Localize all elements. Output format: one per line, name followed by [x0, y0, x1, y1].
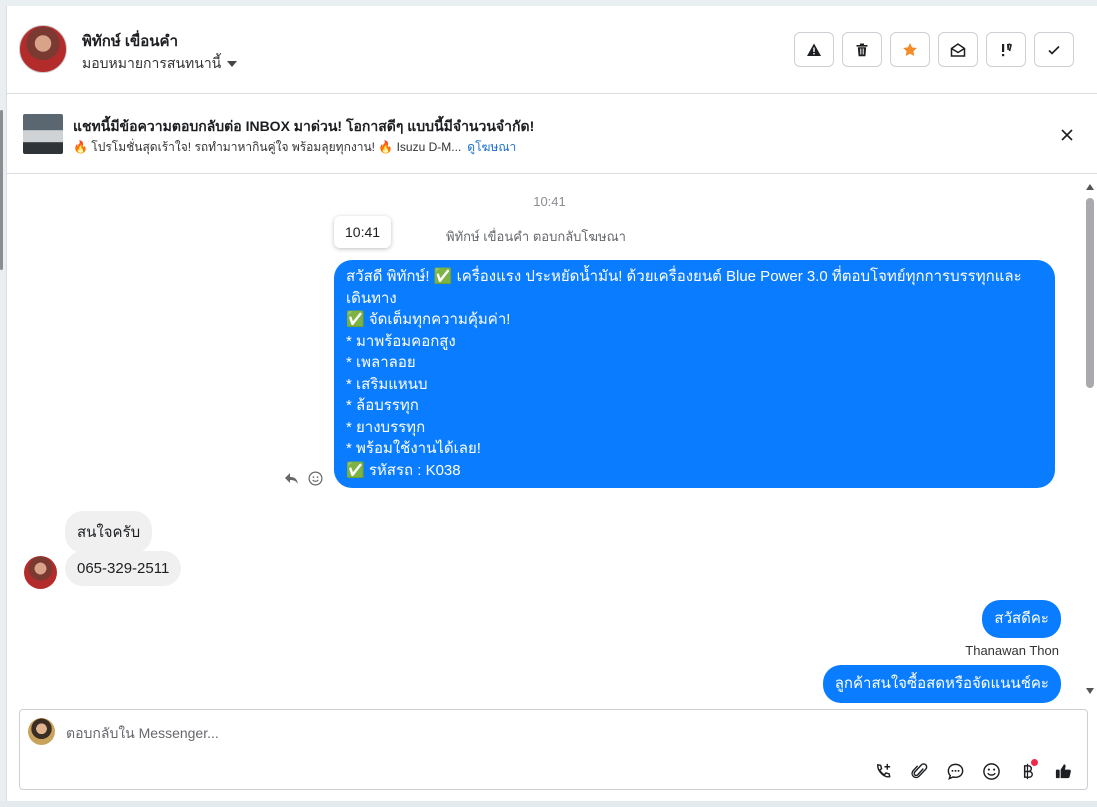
time-tooltip: 10:41 [334, 216, 392, 248]
message-thread: 10:41 10:41 พิทักษ์ เขื่อนคำ ตอบกลับโฆษณ… [7, 174, 1097, 704]
emoji-react-icon[interactable] [307, 470, 323, 486]
ad-message-bubble[interactable]: สวัสดี พิทักษ์! ✅ เครื่องแรง ประหยัดน้ำม… [334, 260, 1055, 488]
chat-bubble-icon [947, 763, 963, 780]
conversation-panel: พิทักษ์ เขื่อนคำ มอบหมายการสนทนานี้ แชทน… [6, 6, 1097, 801]
mark-done-button[interactable] [1034, 32, 1074, 67]
assign-label: มอบหมายการสนทนานี้ [82, 55, 222, 71]
attach-button[interactable] [907, 759, 931, 783]
ad-subtitle: 🔥 โปรโมชั่นสุดเร้าใจ! รถทำมาหากินคู่ใจ พ… [73, 140, 462, 154]
ad-banner: แชทนี้มีข้อความตอบกลับต่อ INBOX มาด่วน! … [7, 94, 1097, 174]
assign-conversation-dropdown[interactable]: มอบหมายการสนทนานี้ [82, 53, 238, 75]
user-avatar [28, 718, 55, 745]
payment-button[interactable] [1015, 759, 1039, 783]
emoji-button[interactable] [979, 759, 1003, 783]
outgoing-message[interactable]: ลูกค้าสนใจซื้อสดหรือจัดแนนช์คะ [822, 665, 1061, 703]
follow-up-button[interactable] [986, 32, 1026, 67]
mark-unread-button[interactable] [938, 32, 978, 67]
timestamp-divider: 10:41 [533, 194, 566, 209]
emoji-icon [982, 762, 1000, 780]
ad-subtitle-row: 🔥 โปรโมชั่นสุดเร้าใจ! รถทำมาหากินคู่ใจ พ… [73, 138, 516, 157]
call-button[interactable] [871, 759, 895, 783]
ad-title: แชทนี้มีข้อความตอบกลับต่อ INBOX มาด่วน! … [73, 118, 535, 134]
contact-avatar[interactable] [19, 25, 67, 73]
close-ad-button[interactable] [1056, 124, 1078, 146]
composer-tools [871, 759, 1075, 783]
warning-icon [807, 43, 821, 56]
sender-name: Thanawan Thon [965, 643, 1059, 658]
reply-input[interactable] [66, 722, 766, 744]
ad-reply-note: พิทักษ์ เขื่อนคำ ตอบกลับโฆษณา [446, 229, 626, 244]
contact-avatar-small [24, 556, 57, 589]
incoming-message[interactable]: สนใจครับ [65, 511, 153, 553]
window-bottom-edge [0, 801, 1097, 807]
scroll-down-icon[interactable] [1086, 688, 1094, 694]
thread-scrollbar[interactable] [1085, 184, 1095, 694]
envelope-open-icon [950, 42, 966, 57]
trash-icon [856, 43, 868, 56]
edge-marker [0, 110, 3, 270]
saved-replies-button[interactable] [943, 759, 967, 783]
star-button[interactable] [890, 32, 930, 67]
close-icon [1061, 129, 1073, 141]
reply-composer [19, 709, 1088, 790]
star-icon [903, 42, 917, 56]
notification-dot [1031, 759, 1038, 766]
paperclip-icon [910, 762, 927, 778]
reply-icon[interactable] [283, 470, 299, 486]
ad-thumbnail[interactable] [23, 114, 63, 154]
conversation-header: พิทักษ์ เขื่อนคำ มอบหมายการสนทนานี้ [7, 6, 1097, 94]
chevron-down-icon [227, 61, 238, 67]
view-ad-link[interactable]: ดูโฆษณา [467, 138, 516, 157]
delete-button[interactable] [842, 32, 882, 67]
like-button[interactable] [1051, 759, 1075, 783]
check-icon [1048, 45, 1060, 55]
outgoing-message[interactable]: สวัสดีคะ [982, 600, 1061, 638]
thumbs-up-icon [1055, 763, 1071, 778]
header-actions [794, 32, 1074, 67]
report-spam-button[interactable] [794, 32, 834, 67]
incoming-message[interactable]: 065-329-2511 [65, 551, 182, 586]
scroll-thumb[interactable] [1086, 198, 1094, 388]
phone-add-icon [876, 763, 890, 777]
priority-icon [1002, 42, 1012, 56]
contact-name: พิทักษ์ เขื่อนคำ [82, 33, 179, 50]
message-actions [283, 470, 323, 486]
scroll-up-icon[interactable] [1086, 184, 1094, 190]
